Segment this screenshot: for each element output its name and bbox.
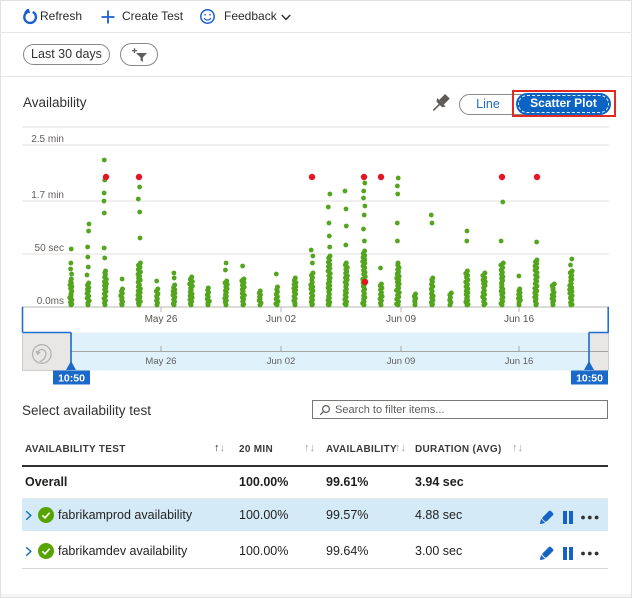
svg-text:May 26: May 26 [145, 356, 176, 367]
svg-text:10:50: 10:50 [576, 373, 603, 385]
svg-text:Jun 09: Jun 09 [386, 314, 416, 325]
svg-text:50 sec: 50 sec [35, 243, 64, 254]
svg-text:2.5 min: 2.5 min [31, 134, 64, 145]
svg-text:Jun 02: Jun 02 [266, 314, 296, 325]
svg-text:0.0ms: 0.0ms [37, 296, 64, 307]
svg-text:Jun 16: Jun 16 [505, 356, 534, 367]
svg-text:1.7 min: 1.7 min [31, 190, 64, 201]
svg-text:Jun 16: Jun 16 [504, 314, 534, 325]
svg-text:Jun 02: Jun 02 [267, 356, 296, 367]
svg-text:May 26: May 26 [145, 314, 178, 325]
svg-text:10:50: 10:50 [58, 373, 85, 385]
svg-text:Jun 09: Jun 09 [387, 356, 416, 367]
